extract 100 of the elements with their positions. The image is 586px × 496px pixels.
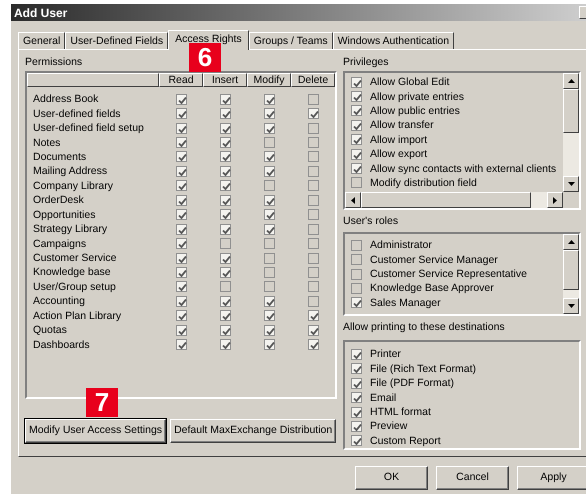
action-button[interactable]: Default MaxExchange Distribution xyxy=(170,419,336,443)
checkbox[interactable] xyxy=(220,166,230,177)
checkbox[interactable] xyxy=(264,151,274,162)
checkbox[interactable] xyxy=(308,151,318,162)
checkbox[interactable] xyxy=(351,392,362,404)
tab[interactable]: Groups / Teams xyxy=(248,32,333,49)
scrollbar-thumb[interactable] xyxy=(361,192,531,208)
checkbox[interactable] xyxy=(176,94,186,105)
checkbox[interactable] xyxy=(176,180,186,192)
checkbox[interactable] xyxy=(176,224,186,235)
checkbox[interactable] xyxy=(264,296,274,307)
checkbox[interactable] xyxy=(220,296,230,307)
scroll-up-button[interactable] xyxy=(563,234,579,250)
checkbox[interactable] xyxy=(220,224,230,235)
checkbox[interactable] xyxy=(351,177,362,188)
checkbox[interactable] xyxy=(308,252,318,264)
checkbox[interactable] xyxy=(308,137,318,148)
checkbox[interactable] xyxy=(308,339,318,350)
scrollbar-thumb[interactable] xyxy=(563,250,579,290)
checkbox[interactable] xyxy=(308,324,318,336)
checkbox[interactable] xyxy=(264,281,274,292)
checkbox[interactable] xyxy=(351,420,362,432)
checkbox[interactable] xyxy=(351,297,362,308)
checkbox[interactable] xyxy=(351,254,362,266)
checkbox[interactable] xyxy=(351,134,362,146)
checkbox[interactable] xyxy=(264,209,274,220)
scroll-left-button[interactable] xyxy=(345,192,361,208)
checkbox[interactable] xyxy=(264,194,274,206)
checkbox[interactable] xyxy=(351,378,362,389)
checkbox[interactable] xyxy=(308,180,318,192)
checkbox[interactable] xyxy=(176,151,186,162)
checkbox[interactable] xyxy=(308,310,318,322)
checkbox[interactable] xyxy=(264,310,274,322)
checkbox[interactable] xyxy=(264,324,274,336)
tab[interactable]: Windows Authentication xyxy=(332,32,454,49)
checkbox[interactable] xyxy=(264,166,274,177)
checkbox[interactable] xyxy=(308,224,318,235)
tab[interactable]: User-Defined Fields xyxy=(65,32,168,49)
checkbox[interactable] xyxy=(351,76,362,88)
checkbox[interactable] xyxy=(176,324,186,336)
checkbox[interactable] xyxy=(351,105,362,116)
checkbox[interactable] xyxy=(308,94,318,105)
dialog-button[interactable]: Apply xyxy=(517,466,586,490)
checkbox[interactable] xyxy=(176,252,186,264)
scroll-down-button[interactable] xyxy=(563,176,579,192)
tab[interactable]: General xyxy=(18,32,66,49)
scroll-down-button[interactable] xyxy=(563,298,579,314)
checkbox[interactable] xyxy=(220,108,230,120)
checkbox[interactable] xyxy=(220,137,230,148)
checkbox[interactable] xyxy=(351,406,362,418)
checkbox[interactable] xyxy=(220,266,230,278)
checkbox[interactable] xyxy=(308,122,318,134)
checkbox[interactable] xyxy=(176,137,186,148)
checkbox[interactable] xyxy=(220,339,230,350)
checkbox[interactable] xyxy=(264,339,274,350)
checkbox[interactable] xyxy=(220,180,230,192)
checkbox[interactable] xyxy=(176,209,186,220)
checkbox[interactable] xyxy=(220,94,230,105)
checkbox[interactable] xyxy=(351,240,362,251)
checkbox[interactable] xyxy=(176,194,186,206)
checkbox[interactable] xyxy=(176,281,186,292)
checkbox[interactable] xyxy=(264,108,274,120)
checkbox[interactable] xyxy=(351,163,362,174)
checkbox[interactable] xyxy=(264,122,274,134)
checkbox[interactable] xyxy=(264,238,274,250)
checkbox[interactable] xyxy=(220,281,230,292)
checkbox[interactable] xyxy=(220,122,230,134)
checkbox[interactable] xyxy=(308,296,318,307)
checkbox[interactable] xyxy=(308,238,318,250)
checkbox[interactable] xyxy=(220,209,230,220)
checkbox[interactable] xyxy=(264,94,274,105)
checkbox[interactable] xyxy=(308,209,318,220)
checkbox[interactable] xyxy=(176,108,186,120)
checkbox[interactable] xyxy=(264,252,274,264)
checkbox[interactable] xyxy=(351,91,362,102)
checkbox[interactable] xyxy=(176,310,186,322)
checkbox[interactable] xyxy=(308,108,318,120)
checkbox[interactable] xyxy=(176,122,186,134)
checkbox[interactable] xyxy=(308,266,318,278)
dialog-button[interactable]: Cancel xyxy=(436,466,509,490)
checkbox[interactable] xyxy=(351,363,362,374)
checkbox[interactable] xyxy=(351,348,362,360)
checkbox[interactable] xyxy=(220,194,230,206)
checkbox[interactable] xyxy=(351,120,362,131)
checkbox[interactable] xyxy=(220,238,230,250)
checkbox[interactable] xyxy=(264,180,274,192)
checkbox[interactable] xyxy=(220,310,230,322)
dialog-button[interactable]: OK xyxy=(355,466,428,490)
checkbox[interactable] xyxy=(351,435,362,446)
scrollbar-thumb[interactable] xyxy=(563,89,579,133)
scroll-up-button[interactable] xyxy=(563,73,579,89)
scroll-right-button[interactable] xyxy=(547,192,563,208)
checkbox[interactable] xyxy=(308,281,318,292)
checkbox[interactable] xyxy=(351,282,362,294)
checkbox[interactable] xyxy=(351,268,362,280)
checkbox[interactable] xyxy=(264,137,274,148)
checkbox[interactable] xyxy=(176,296,186,307)
checkbox[interactable] xyxy=(351,148,362,160)
checkbox[interactable] xyxy=(176,166,186,177)
checkbox[interactable] xyxy=(264,224,274,235)
